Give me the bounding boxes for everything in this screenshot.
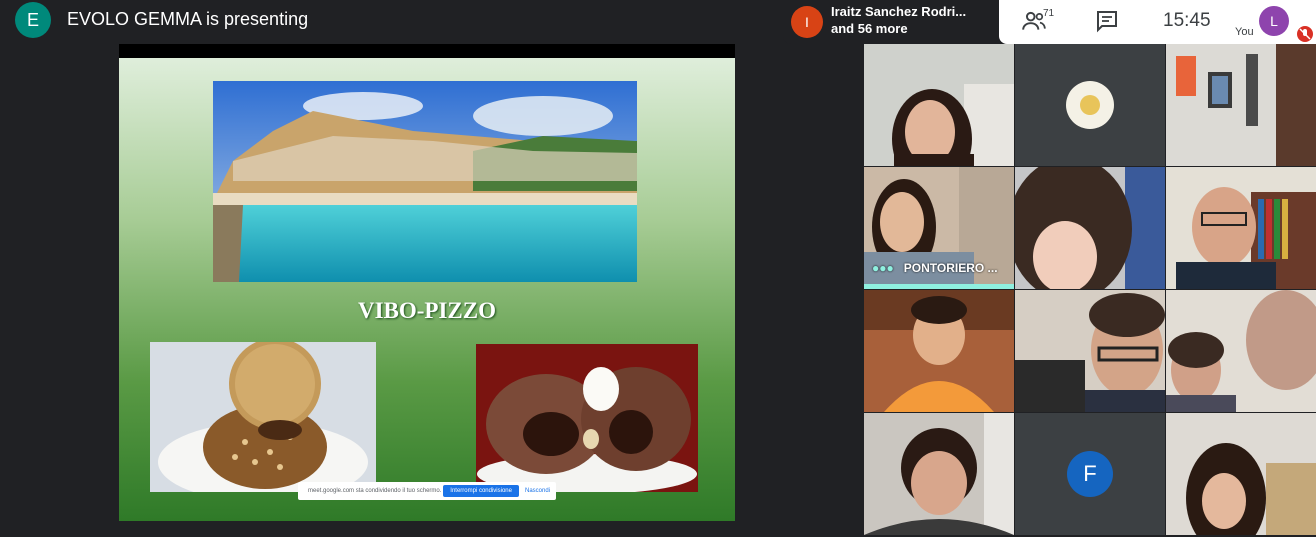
participant-tile[interactable] bbox=[1015, 167, 1165, 289]
presenter-avatar: E bbox=[15, 2, 51, 38]
self-label: You bbox=[1235, 26, 1254, 38]
slide-title: VIBO-PIZZO bbox=[357, 298, 497, 323]
participant-tile[interactable] bbox=[864, 413, 1014, 535]
chip-participant-name: Iraitz Sanchez Rodri... bbox=[831, 4, 967, 19]
tartufo-photo-left bbox=[150, 342, 376, 492]
screen-share-bar: meet.google.com sta condividendo il tuo … bbox=[298, 482, 556, 500]
control-bar: 71 15:45 L You bbox=[999, 0, 1316, 44]
chip-more-count: and 56 more bbox=[831, 21, 908, 36]
participant-tile[interactable]: F bbox=[1015, 413, 1165, 535]
tartufo-photo-right bbox=[476, 344, 698, 492]
participant-name: ●●● PONTORIERO ... bbox=[872, 261, 998, 275]
mic-off-icon bbox=[1297, 26, 1313, 42]
people-count: 71 bbox=[1043, 8, 1055, 19]
speaking-dots-icon: ●●● bbox=[872, 261, 894, 275]
presentation-slide: VIBO-PIZZO bbox=[119, 58, 735, 521]
self-avatar[interactable]: L bbox=[1259, 6, 1289, 36]
clock: 15:45 bbox=[1163, 10, 1211, 31]
participant-tile[interactable] bbox=[1166, 413, 1316, 535]
people-button[interactable] bbox=[1021, 8, 1061, 36]
chat-button[interactable] bbox=[1095, 9, 1119, 33]
participant-tile[interactable] bbox=[1015, 44, 1165, 166]
speaking-indicator bbox=[864, 284, 1014, 289]
coast-photo bbox=[213, 81, 637, 282]
participant-tile[interactable] bbox=[864, 290, 1014, 412]
share-notice-text: meet.google.com sta condividendo il tuo … bbox=[308, 488, 442, 494]
participant-tile[interactable] bbox=[1166, 290, 1316, 412]
participants-chip[interactable]: I Iraitz Sanchez Rodri... and 56 more bbox=[783, 0, 999, 44]
stop-sharing-button[interactable]: Interrompi condivisione bbox=[443, 485, 519, 497]
participant-tile[interactable] bbox=[1015, 290, 1165, 412]
hide-button[interactable]: Nascondi bbox=[525, 488, 550, 494]
participant-tile[interactable] bbox=[1166, 44, 1316, 166]
participant-tile[interactable] bbox=[864, 44, 1014, 166]
participant-tile[interactable]: ●●● PONTORIERO ... bbox=[864, 167, 1014, 289]
chat-icon bbox=[1097, 11, 1117, 33]
participant-avatar: F bbox=[1067, 451, 1113, 497]
participant-tile[interactable] bbox=[1166, 167, 1316, 289]
chip-avatar: I bbox=[791, 6, 823, 38]
presenter-title: EVOLO GEMMA is presenting bbox=[67, 9, 309, 29]
